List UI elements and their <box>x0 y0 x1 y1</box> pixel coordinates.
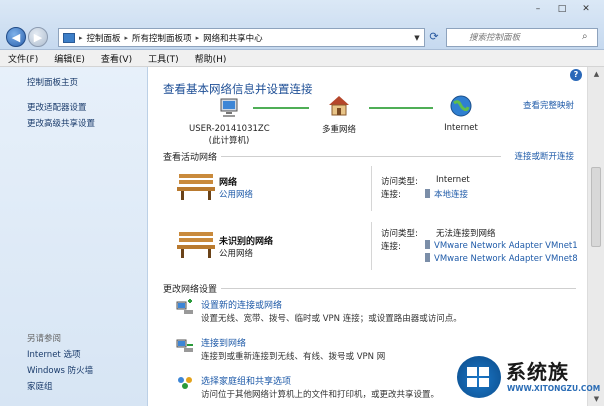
breadcrumb-separator-icon[interactable]: ▸ <box>125 34 129 42</box>
breadcrumb-network-center[interactable]: 网络和共享中心 <box>203 32 263 44</box>
connection-line <box>253 107 309 109</box>
menu-tools[interactable]: 工具(T) <box>148 52 179 65</box>
network-label: 多重网络 <box>321 125 356 135</box>
menu-file[interactable]: 文件(F) <box>8 52 38 65</box>
access-type-value: Internet <box>436 175 470 185</box>
divider <box>221 288 576 289</box>
task-connect-network-desc: 连接到或重新连接到无线、有线、拨号或 VPN 网 <box>201 352 386 362</box>
watermark-text: 系统族 <box>506 360 569 384</box>
change-settings-title: 更改网络设置 <box>163 285 218 295</box>
access-type-label: 访问类型: <box>381 229 418 239</box>
adapter-icon <box>425 253 430 262</box>
new-connection-icon <box>176 299 193 314</box>
search-input[interactable] <box>446 28 598 47</box>
map-node-network: 多重网络 <box>309 94 369 135</box>
network-name: 未识别的网络 <box>219 237 274 247</box>
connect-network-icon <box>176 339 193 352</box>
task-setup-connection-desc: 设置无线、宽带、拨号、临时或 VPN 连接；或设置路由器或访问点。 <box>201 314 462 324</box>
refresh-icon[interactable]: ⟳ <box>427 30 441 44</box>
network-name: 网络 <box>219 178 238 188</box>
task-setup-connection[interactable]: 设置新的连接或网络 <box>201 298 282 311</box>
control-panel-icon <box>63 32 75 43</box>
network-type-link[interactable]: 公用网络 <box>219 188 253 200</box>
adapter-icon <box>425 240 430 249</box>
back-button[interactable]: ◀ <box>6 27 26 47</box>
address-bar[interactable]: ▸ 控制面板 ▸ 所有控制面板项 ▸ 网络和共享中心 ▼ <box>58 28 425 47</box>
minimize-button[interactable]: – <box>526 2 550 16</box>
connections-label: 连接: <box>381 190 401 200</box>
computer-subtitle: (此计算机) <box>208 136 250 146</box>
sidebar-item-homegroup[interactable]: 家庭组 <box>27 380 53 392</box>
watermark: 系统族 WWW.XITONGZU.COM <box>457 354 602 402</box>
close-button[interactable]: ✕ <box>574 2 598 16</box>
maximize-button[interactable]: □ <box>550 2 574 16</box>
adapter-icon <box>425 189 430 198</box>
task-connect-network[interactable]: 连接到网络 <box>201 336 246 349</box>
watermark-url: WWW.XITONGZU.COM <box>507 384 601 393</box>
breadcrumb-separator-icon[interactable]: ▸ <box>196 34 200 42</box>
divider <box>221 156 501 157</box>
menu-edit[interactable]: 编辑(E) <box>54 52 85 65</box>
scrollbar-thumb[interactable] <box>591 167 601 247</box>
network-type: 公用网络 <box>219 249 254 259</box>
see-also-title: 另请参阅 <box>27 334 62 344</box>
connect-disconnect-link[interactable]: 连接或断开连接 <box>514 150 574 162</box>
internet-label: Internet <box>444 123 478 133</box>
map-node-internet: Internet <box>435 95 487 133</box>
menu-view[interactable]: 查看(V) <box>101 52 132 65</box>
chevron-down-icon[interactable]: ▼ <box>410 34 424 42</box>
menu-bar: 文件(F) 编辑(E) 查看(V) 工具(T) 帮助(H) <box>0 50 604 67</box>
forward-button[interactable]: ▶ <box>28 27 48 47</box>
access-type-label: 访问类型: <box>381 177 418 187</box>
connection-link-local[interactable]: 本地连接 <box>425 188 468 200</box>
connection-link-vmnet1[interactable]: VMware Network Adapter VMnet1 <box>425 240 578 251</box>
house-icon <box>329 96 349 116</box>
breadcrumb-all-items[interactable]: 所有控制面板项 <box>132 32 192 44</box>
title-address-bar: – □ ✕ ◀ ▶ ▸ 控制面板 ▸ 所有控制面板项 ▸ 网络和共享中心 ▼ ⟳… <box>0 0 604 50</box>
sidebar-item-adapter-settings[interactable]: 更改适配器设置 <box>27 101 87 113</box>
scroll-up-icon[interactable]: ▲ <box>588 67 604 81</box>
view-full-map-link[interactable]: 查看完整映射 <box>523 99 574 111</box>
menu-help[interactable]: 帮助(H) <box>195 52 227 65</box>
sidebar-item-firewall[interactable]: Windows 防火墙 <box>27 364 93 376</box>
computer-icon <box>220 98 238 117</box>
window-controls: – □ ✕ <box>526 2 598 16</box>
windows-logo-icon <box>457 356 501 398</box>
homegroup-icon <box>178 377 192 389</box>
bench-icon <box>177 174 215 200</box>
bench-icon <box>177 232 215 258</box>
sidebar-item-internet-options[interactable]: Internet 选项 <box>27 348 80 360</box>
globe-icon <box>450 95 472 117</box>
vertical-divider <box>371 222 372 270</box>
vertical-divider <box>371 166 372 211</box>
map-node-computer: USER-20141031ZC (此计算机) <box>189 97 270 146</box>
breadcrumb-separator-icon[interactable]: ▸ <box>79 34 83 42</box>
sidebar-item-home[interactable]: 控制面板主页 <box>27 76 78 88</box>
connections-label: 连接: <box>381 242 401 252</box>
breadcrumb-control-panel[interactable]: 控制面板 <box>87 32 121 44</box>
active-networks-title: 查看活动网络 <box>163 153 218 163</box>
search-icon[interactable]: ⌕ <box>582 31 588 42</box>
task-homegroup-sharing-desc: 访问位于其他网络计算机上的文件和打印机，或更改共享设置。 <box>201 390 440 400</box>
sidebar-item-advanced-sharing[interactable]: 更改高级共享设置 <box>27 117 95 129</box>
access-type-value: 无法连接到网络 <box>436 229 496 239</box>
page-title: 查看基本网络信息并设置连接 <box>163 82 313 96</box>
connection-link-vmnet8[interactable]: VMware Network Adapter VMnet8 <box>425 253 578 264</box>
task-homegroup-sharing[interactable]: 选择家庭组和共享选项 <box>201 374 291 387</box>
connection-line <box>369 107 433 109</box>
help-icon[interactable]: ? <box>570 69 582 81</box>
sidebar: 控制面板主页 更改适配器设置 更改高级共享设置 另请参阅 Internet 选项… <box>0 67 148 406</box>
computer-name: USER-20141031ZC <box>189 124 270 134</box>
